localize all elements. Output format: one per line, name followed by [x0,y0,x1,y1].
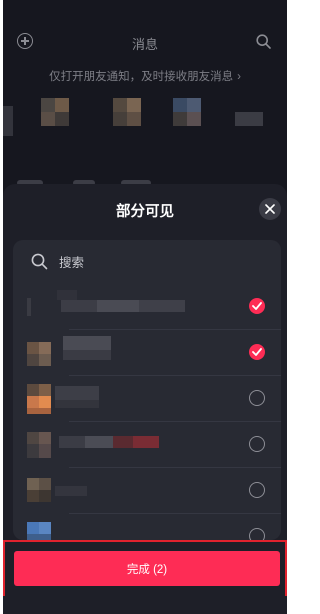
search-icon [31,253,48,270]
friend-avatar[interactable] [173,98,213,148]
contact-row[interactable] [13,514,281,540]
search-bar[interactable] [13,240,281,284]
unselected-radio-icon[interactable] [249,528,265,540]
avatar [27,338,55,368]
done-button[interactable]: 完成 (2) [14,551,280,586]
contact-name [59,530,99,540]
close-button[interactable] [259,198,281,220]
phone-screen: 消息 仅打开朋友通知，及时接收朋友消息 › 部分可见 搜索 完成 (2) [3,0,287,614]
home-indicator-area [3,596,287,614]
unselected-radio-icon[interactable] [249,390,265,406]
unselected-radio-icon[interactable] [249,436,265,452]
avatar [27,522,55,540]
close-icon [265,204,275,214]
friend-avatar[interactable] [3,98,43,148]
messages-title: 消息 [131,37,158,52]
unselected-radio-icon[interactable] [249,482,265,498]
notice-text: 仅打开朋友通知，及时接收朋友消息 [49,71,234,83]
contact-row[interactable] [13,468,281,514]
sheet-title: 部分可见 [116,204,174,220]
contact-row[interactable] [13,284,281,330]
chevron-right-icon: › [237,71,241,83]
avatar [27,292,55,322]
avatar [27,384,55,414]
selected-check-icon[interactable] [249,298,265,314]
friend-avatar-row [3,98,287,148]
contact-list [13,240,281,540]
search-icon[interactable] [256,34,271,49]
contact-row[interactable] [13,330,281,376]
search-input[interactable] [57,252,261,274]
contact-row[interactable] [13,376,281,422]
contact-row[interactable] [13,422,281,468]
friend-notification-banner[interactable]: 仅打开朋友通知，及时接收朋友消息 › [3,67,287,87]
friend-avatar[interactable] [41,98,81,148]
avatar [27,476,55,506]
friend-avatar[interactable] [113,98,153,148]
messages-header: 消息 [3,0,287,62]
friend-avatar[interactable] [235,98,275,148]
selected-check-icon[interactable] [249,344,265,360]
avatar [27,430,55,460]
